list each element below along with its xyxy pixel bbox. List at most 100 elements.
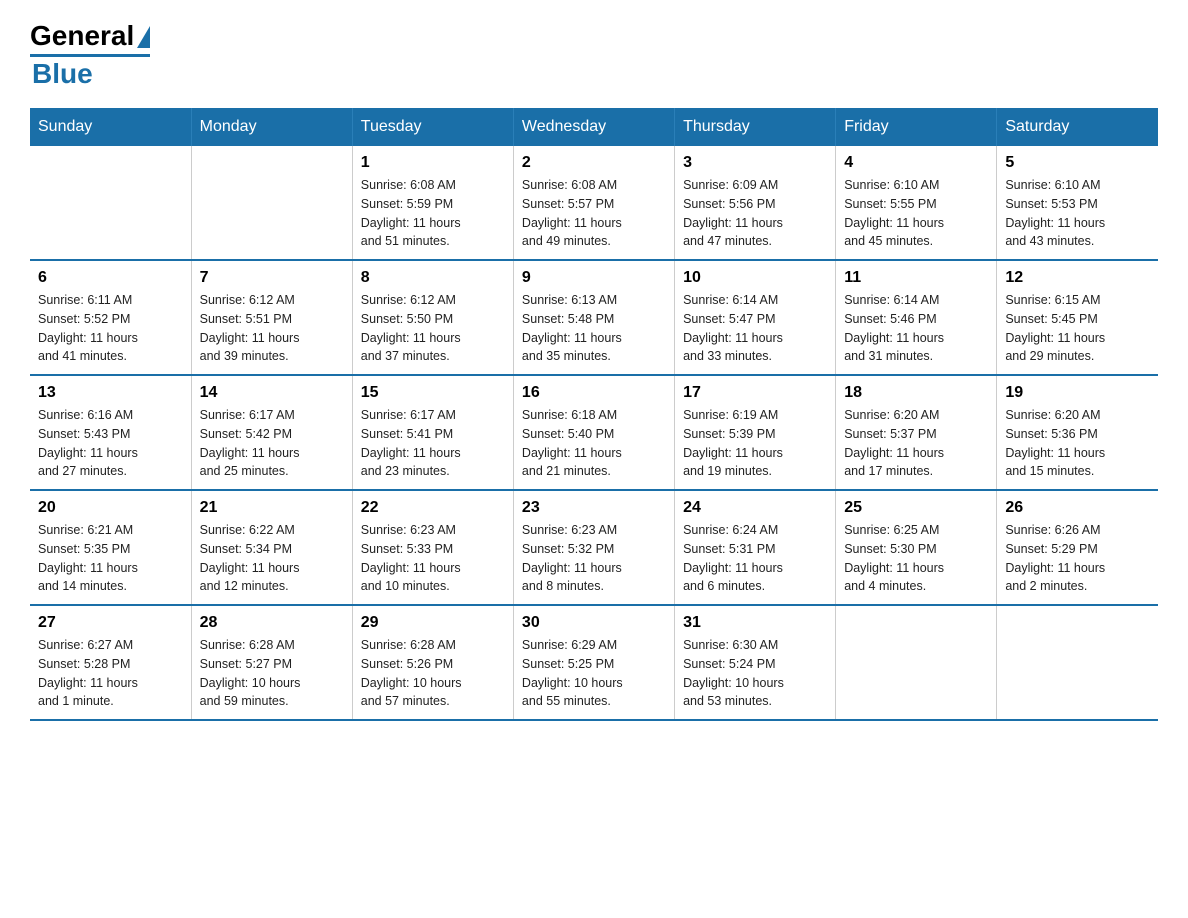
calendar-cell: 23 Sunrise: 6:23 AM Sunset: 5:32 PM Dayli… [513, 490, 674, 605]
day-info: Sunrise: 6:10 AM Sunset: 5:53 PM Dayligh… [1005, 176, 1150, 251]
day-info: Sunrise: 6:12 AM Sunset: 5:51 PM Dayligh… [200, 291, 344, 366]
day-number: 15 [361, 384, 505, 402]
calendar-cell: 2Sunrise: 6:08 AM Sunset: 5:57 PM Daylig… [513, 146, 674, 260]
calendar-cell: 4 Sunrise: 6:10 AM Sunset: 5:55 PM Daylig… [836, 146, 997, 260]
day-number: 16 [522, 384, 666, 402]
day-info: Sunrise: 6:15 AM Sunset: 5:45 PM Dayligh… [1005, 291, 1150, 366]
day-number: 11 [844, 269, 988, 287]
day-info: Sunrise: 6:23 AM Sunset: 5:32 PM Dayligh… [522, 521, 666, 596]
calendar-cell: 15Sunrise: 6:17 AM Sunset: 5:41 PM Dayli… [352, 375, 513, 490]
day-number: 2 [522, 154, 666, 172]
calendar-cell: 8 Sunrise: 6:12 AM Sunset: 5:50 PM Daylig… [352, 260, 513, 375]
day-info: Sunrise: 6:17 AM Sunset: 5:42 PM Dayligh… [200, 406, 344, 481]
weekday-header-tuesday: Tuesday [352, 108, 513, 146]
calendar-cell: 21 Sunrise: 6:22 AM Sunset: 5:34 PM Dayli… [191, 490, 352, 605]
day-info: Sunrise: 6:27 AM Sunset: 5:28 PM Dayligh… [38, 636, 183, 711]
calendar-week-row: 20 Sunrise: 6:21 AM Sunset: 5:35 PM Dayli… [30, 490, 1158, 605]
weekday-header-saturday: Saturday [997, 108, 1158, 146]
day-info: Sunrise: 6:23 AM Sunset: 5:33 PM Dayligh… [361, 521, 505, 596]
day-info: Sunrise: 6:26 AM Sunset: 5:29 PM Dayligh… [1005, 521, 1150, 596]
calendar-cell: 12 Sunrise: 6:15 AM Sunset: 5:45 PM Dayli… [997, 260, 1158, 375]
day-info: Sunrise: 6:25 AM Sunset: 5:30 PM Dayligh… [844, 521, 988, 596]
day-info: Sunrise: 6:10 AM Sunset: 5:55 PM Dayligh… [844, 176, 988, 251]
day-info: Sunrise: 6:14 AM Sunset: 5:47 PM Dayligh… [683, 291, 827, 366]
calendar-cell: 17 Sunrise: 6:19 AM Sunset: 5:39 PM Dayli… [675, 375, 836, 490]
calendar-cell: 14 Sunrise: 6:17 AM Sunset: 5:42 PM Dayli… [191, 375, 352, 490]
day-info: Sunrise: 6:24 AM Sunset: 5:31 PM Dayligh… [683, 521, 827, 596]
calendar-cell: 3 Sunrise: 6:09 AM Sunset: 5:56 PM Daylig… [675, 146, 836, 260]
day-info: Sunrise: 6:19 AM Sunset: 5:39 PM Dayligh… [683, 406, 827, 481]
calendar-cell: 10Sunrise: 6:14 AM Sunset: 5:47 PM Dayli… [675, 260, 836, 375]
day-number: 30 [522, 614, 666, 632]
calendar-cell: 18 Sunrise: 6:20 AM Sunset: 5:37 PM Dayli… [836, 375, 997, 490]
day-info: Sunrise: 6:20 AM Sunset: 5:37 PM Dayligh… [844, 406, 988, 481]
weekday-header-sunday: Sunday [30, 108, 191, 146]
day-info: Sunrise: 6:11 AM Sunset: 5:52 PM Dayligh… [38, 291, 183, 366]
calendar-week-row: 27 Sunrise: 6:27 AM Sunset: 5:28 PM Dayli… [30, 605, 1158, 720]
day-number: 22 [361, 499, 505, 517]
calendar-cell: 22 Sunrise: 6:23 AM Sunset: 5:33 PM Dayli… [352, 490, 513, 605]
day-number: 20 [38, 499, 183, 517]
calendar-cell: 29Sunrise: 6:28 AM Sunset: 5:26 PM Dayli… [352, 605, 513, 720]
day-number: 19 [1005, 384, 1150, 402]
day-number: 4 [844, 154, 988, 172]
day-info: Sunrise: 6:30 AM Sunset: 5:24 PM Dayligh… [683, 636, 827, 711]
day-info: Sunrise: 6:22 AM Sunset: 5:34 PM Dayligh… [200, 521, 344, 596]
calendar-cell: 27 Sunrise: 6:27 AM Sunset: 5:28 PM Dayli… [30, 605, 191, 720]
day-info: Sunrise: 6:12 AM Sunset: 5:50 PM Dayligh… [361, 291, 505, 366]
day-number: 25 [844, 499, 988, 517]
day-number: 13 [38, 384, 183, 402]
day-info: Sunrise: 6:13 AM Sunset: 5:48 PM Dayligh… [522, 291, 666, 366]
day-number: 1 [361, 154, 505, 172]
calendar-cell [997, 605, 1158, 720]
day-number: 5 [1005, 154, 1150, 172]
calendar-cell: 13 Sunrise: 6:16 AM Sunset: 5:43 PM Dayli… [30, 375, 191, 490]
day-number: 24 [683, 499, 827, 517]
day-info: Sunrise: 6:16 AM Sunset: 5:43 PM Dayligh… [38, 406, 183, 481]
logo-divider [30, 54, 150, 57]
day-number: 21 [200, 499, 344, 517]
day-info: Sunrise: 6:09 AM Sunset: 5:56 PM Dayligh… [683, 176, 827, 251]
day-number: 6 [38, 269, 183, 287]
weekday-header-thursday: Thursday [675, 108, 836, 146]
day-number: 7 [200, 269, 344, 287]
calendar-cell: 9 Sunrise: 6:13 AM Sunset: 5:48 PM Daylig… [513, 260, 674, 375]
logo-blue-text: Blue [30, 58, 93, 90]
day-number: 18 [844, 384, 988, 402]
calendar-week-row: 1 Sunrise: 6:08 AM Sunset: 5:59 PM Daylig… [30, 146, 1158, 260]
logo-text-row: General [30, 20, 150, 52]
logo-general-text: General [30, 20, 134, 52]
calendar-week-row: 13 Sunrise: 6:16 AM Sunset: 5:43 PM Dayli… [30, 375, 1158, 490]
day-number: 29 [361, 614, 505, 632]
day-info: Sunrise: 6:14 AM Sunset: 5:46 PM Dayligh… [844, 291, 988, 366]
day-number: 26 [1005, 499, 1150, 517]
day-info: Sunrise: 6:20 AM Sunset: 5:36 PM Dayligh… [1005, 406, 1150, 481]
day-info: Sunrise: 6:21 AM Sunset: 5:35 PM Dayligh… [38, 521, 183, 596]
day-info: Sunrise: 6:08 AM Sunset: 5:59 PM Dayligh… [361, 176, 505, 251]
day-number: 9 [522, 269, 666, 287]
calendar-cell: 11 Sunrise: 6:14 AM Sunset: 5:46 PM Dayli… [836, 260, 997, 375]
weekday-header-row: SundayMondayTuesdayWednesdayThursdayFrid… [30, 108, 1158, 146]
weekday-header-friday: Friday [836, 108, 997, 146]
day-number: 17 [683, 384, 827, 402]
calendar-cell: 6 Sunrise: 6:11 AM Sunset: 5:52 PM Daylig… [30, 260, 191, 375]
day-number: 28 [200, 614, 344, 632]
day-number: 8 [361, 269, 505, 287]
day-number: 23 [522, 499, 666, 517]
calendar-table: SundayMondayTuesdayWednesdayThursdayFrid… [30, 108, 1158, 721]
day-number: 31 [683, 614, 827, 632]
day-number: 14 [200, 384, 344, 402]
calendar-cell: 7 Sunrise: 6:12 AM Sunset: 5:51 PM Daylig… [191, 260, 352, 375]
day-info: Sunrise: 6:29 AM Sunset: 5:25 PM Dayligh… [522, 636, 666, 711]
weekday-header-monday: Monday [191, 108, 352, 146]
day-number: 3 [683, 154, 827, 172]
calendar-cell: 19 Sunrise: 6:20 AM Sunset: 5:36 PM Dayli… [997, 375, 1158, 490]
weekday-header-wednesday: Wednesday [513, 108, 674, 146]
day-info: Sunrise: 6:18 AM Sunset: 5:40 PM Dayligh… [522, 406, 666, 481]
day-number: 27 [38, 614, 183, 632]
logo: General Blue [30, 20, 150, 90]
day-info: Sunrise: 6:28 AM Sunset: 5:27 PM Dayligh… [200, 636, 344, 711]
calendar-cell: 31 Sunrise: 6:30 AM Sunset: 5:24 PM Dayli… [675, 605, 836, 720]
calendar-cell: 1 Sunrise: 6:08 AM Sunset: 5:59 PM Daylig… [352, 146, 513, 260]
day-number: 12 [1005, 269, 1150, 287]
